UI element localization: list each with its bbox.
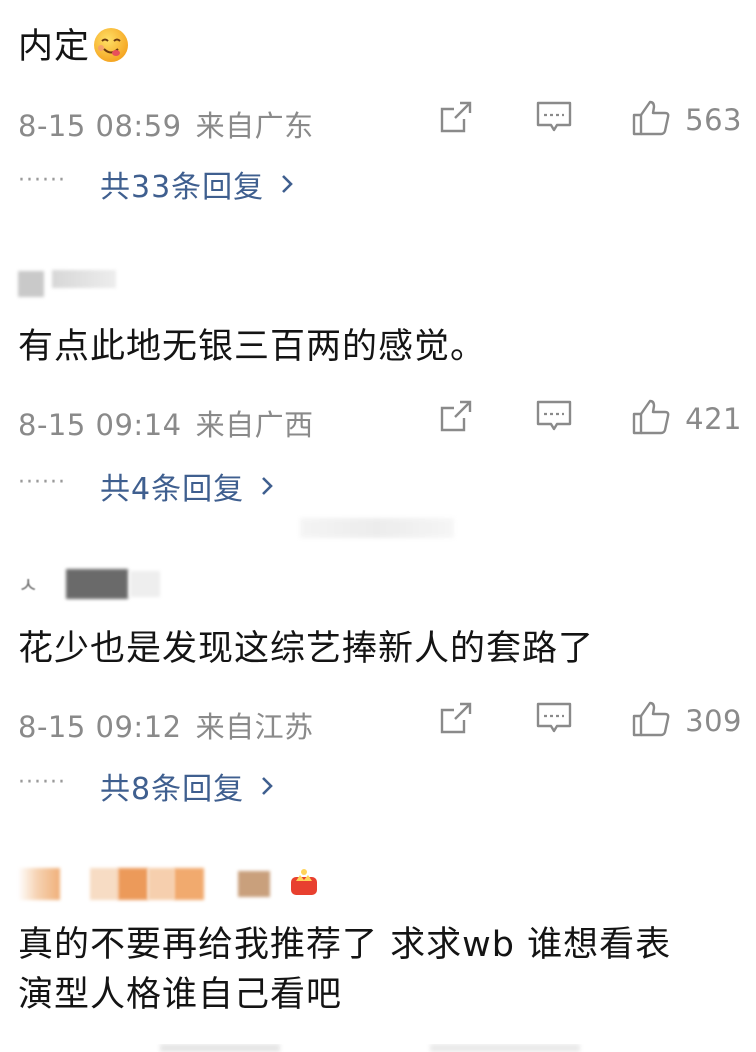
dots-divider: ······ [18, 769, 66, 795]
crown-badge-icon [288, 867, 320, 901]
share-button[interactable] [438, 700, 478, 740]
ip-location: 来自江苏 [195, 710, 314, 744]
like-button[interactable] [631, 700, 671, 740]
thumbs-up-icon [632, 701, 670, 737]
reply-count-label[interactable]: 共4条回复 [100, 464, 244, 508]
timestamp: 8-15 09:14 来自广西 [18, 408, 314, 442]
like-button[interactable] [631, 398, 671, 438]
chevron-right-icon [282, 175, 294, 193]
comment-text: 真的不要再给我推荐了 求求wb 谁想看表 演型人格谁自己看吧 [18, 920, 738, 1020]
dots-divider: ······ [18, 167, 66, 193]
thumbs-up-icon [632, 100, 670, 136]
yum-face-emoji [92, 26, 130, 64]
comment-meta: 8-15 09:14 来自广西 421 [18, 398, 742, 442]
comment-meta: 8-15 09:12 来自江苏 309 [18, 700, 742, 744]
share-icon [440, 400, 472, 432]
view-replies-link[interactable]: ······ 共33条回复 [18, 162, 294, 206]
weibo-comment-list: 内定 8-15 08:59 来自广东 563 ······ 共33条回复 有点此地 [0, 0, 756, 1052]
blurred-username [90, 868, 118, 900]
comment-icon [536, 702, 572, 733]
like-count: 421 [685, 402, 742, 436]
comment-button[interactable] [535, 99, 575, 139]
username[interactable] [18, 270, 116, 298]
share-icon [440, 702, 472, 734]
blurred-username [66, 569, 129, 599]
comment-text-line: 真的不要再给我推荐了 求求wb 谁想看表 [18, 925, 672, 965]
ip-location: 来自广西 [195, 408, 314, 442]
share-button[interactable] [438, 398, 478, 438]
chevron-right-icon [262, 777, 273, 795]
view-replies-link[interactable]: ······ 共8条回复 [18, 764, 274, 808]
blurred-username [118, 868, 148, 900]
view-replies-link[interactable]: ······ 共4条回复 [18, 464, 274, 508]
comment-text: 花少也是发现这综艺捧新人的套路了 [18, 629, 595, 669]
blurred-username [174, 868, 204, 900]
comment-meta: 8-15 08:59 来自广东 563 [18, 99, 742, 143]
cropped-next-row [0, 1044, 756, 1052]
badge [238, 871, 270, 897]
blurred-username [148, 868, 174, 900]
cropped-username-line [18, 0, 378, 8]
avatar[interactable] [18, 271, 44, 297]
like-count: 309 [685, 704, 742, 738]
reply-count-label[interactable]: 共33条回复 [100, 162, 264, 206]
comment-icon [536, 101, 572, 132]
username[interactable] [18, 867, 320, 901]
ip-location: 来自广东 [195, 109, 314, 143]
watermark [300, 518, 454, 538]
share-button[interactable] [438, 99, 478, 139]
timestamp: 8-15 09:12 来自江苏 [18, 710, 314, 744]
reply-count-label[interactable]: 共8条回复 [100, 764, 244, 808]
username[interactable]: ㅅ [18, 568, 161, 600]
avatar[interactable]: ㅅ [18, 568, 38, 600]
comment-button[interactable] [535, 700, 575, 740]
comment-text: 内定 [18, 22, 738, 72]
thumbs-up-icon [632, 399, 670, 435]
dots-divider: ······ [18, 469, 66, 495]
like-count: 563 [685, 103, 742, 137]
comment-icon [536, 400, 572, 431]
comment-text: 有点此地无银三百两的感觉。 [18, 327, 487, 367]
chevron-right-icon [262, 477, 273, 495]
share-icon [440, 101, 472, 133]
blurred-username [52, 270, 116, 288]
avatar[interactable] [18, 868, 60, 900]
like-button[interactable] [631, 99, 671, 139]
comment-button[interactable] [535, 398, 575, 438]
comment-text-line: 演型人格谁自己看吧 [18, 975, 343, 1015]
timestamp: 8-15 08:59 来自广东 [18, 109, 314, 143]
blurred-username-tail [130, 571, 161, 597]
